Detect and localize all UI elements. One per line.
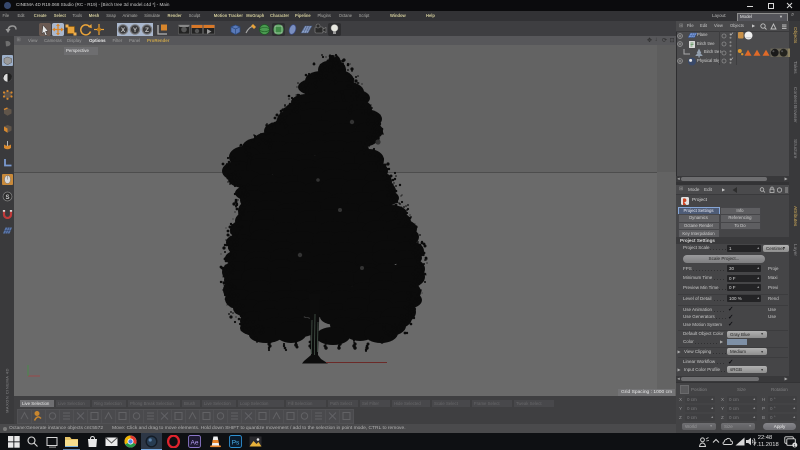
svg-text:Ps: Ps — [232, 439, 240, 446]
svg-text:Ae: Ae — [191, 439, 199, 446]
